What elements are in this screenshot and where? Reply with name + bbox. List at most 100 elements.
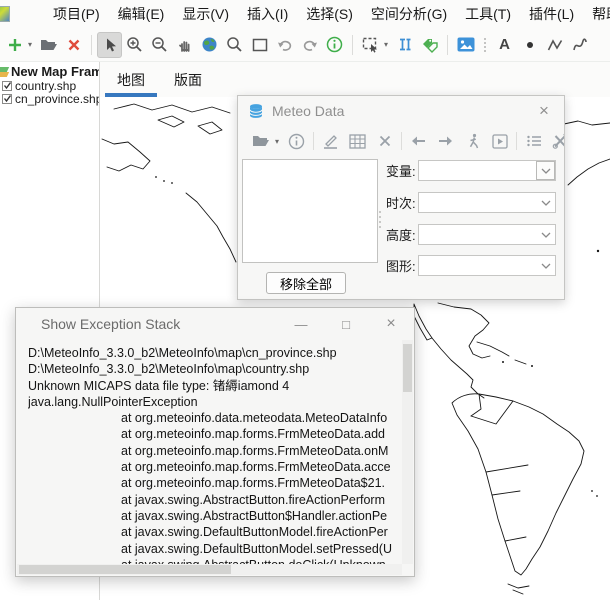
dialog-splitter-handle[interactable] [379, 211, 381, 228]
chevron-down-icon[interactable] [536, 225, 555, 244]
pan-tool-button[interactable] [172, 32, 197, 58]
folder-open-icon [40, 38, 58, 52]
open-file-button[interactable] [36, 32, 61, 58]
app-logo-icon [0, 6, 10, 22]
settings-list-button[interactable] [520, 129, 547, 153]
pencil-icon [322, 133, 339, 149]
graph-combobox[interactable] [418, 255, 556, 276]
horizontal-scrollbar[interactable] [17, 564, 402, 575]
exception-stack-text[interactable]: D:\MeteoInfo_3.3.0_b2\MeteoInfo\map\cn_p… [17, 340, 402, 564]
data-file-listbox[interactable] [242, 159, 378, 263]
menu-plugins[interactable]: 插件(L) [520, 0, 583, 28]
remove-all-button[interactable]: 移除全部 [266, 272, 346, 294]
data-info-button[interactable] [283, 129, 310, 153]
rectangle-icon [252, 38, 268, 52]
check-icon [3, 94, 11, 103]
layer-checkbox[interactable] [2, 81, 12, 91]
label-button[interactable] [417, 32, 442, 58]
prev-time-button[interactable] [405, 129, 432, 153]
cursor-arrow-icon [102, 37, 118, 53]
menu-help[interactable]: 帮助(H) [583, 0, 610, 28]
undo-zoom-button[interactable] [272, 32, 297, 58]
play-button[interactable] [486, 129, 513, 153]
zoom-out-tool-button[interactable] [147, 32, 172, 58]
add-layer-caret-icon[interactable]: ▾ [28, 40, 36, 49]
menu-selection[interactable]: 选择(S) [297, 0, 362, 28]
time-combobox[interactable] [418, 192, 556, 213]
meteo-dialog-toolbar: ▾ [238, 126, 564, 156]
draw-text-button[interactable]: A [492, 32, 517, 58]
full-extent-button[interactable] [197, 32, 222, 58]
tools-button[interactable] [547, 129, 564, 153]
menu-tools[interactable]: 工具(T) [456, 0, 520, 28]
scrollbar-thumb[interactable] [403, 344, 412, 392]
remove-data-button[interactable] [371, 129, 398, 153]
close-button[interactable]: × [380, 315, 402, 333]
level-combobox[interactable] [418, 224, 556, 245]
open-data-button[interactable] [247, 129, 274, 153]
redo-zoom-button[interactable] [297, 32, 322, 58]
draw-curve-button[interactable] [567, 32, 592, 58]
chevron-down-icon[interactable] [536, 161, 555, 180]
draw-point-button[interactable] [517, 32, 542, 58]
time-field-row: 时次: [386, 192, 556, 213]
level-field-row: 高度: [386, 224, 556, 245]
select-feature-caret-icon[interactable]: ▾ [384, 40, 392, 49]
vertical-scrollbar[interactable] [402, 340, 413, 564]
database-icon [248, 103, 264, 119]
graph-field-row: 图形: [386, 255, 556, 276]
menu-project[interactable]: 项目(P) [44, 0, 109, 28]
tab-layout-label: 版面 [174, 70, 202, 90]
stack-line: at javax.swing.DefaultButtonModel.fireAc… [28, 524, 402, 540]
chevron-down-icon[interactable] [536, 256, 555, 275]
map-frame-node[interactable]: New Map Frame [0, 64, 99, 79]
zoom-to-layer-button[interactable] [222, 32, 247, 58]
toolbar-drag-handle[interactable] [484, 38, 486, 52]
maximize-button[interactable]: □ [335, 317, 357, 332]
draw-polyline-button[interactable] [542, 32, 567, 58]
minimize-button[interactable]: — [290, 317, 312, 332]
exception-titlebar[interactable]: Show Exception Stack — □ × [16, 308, 414, 340]
remove-layer-button[interactable] [61, 32, 86, 58]
variable-combobox[interactable] [418, 160, 556, 181]
menu-edit[interactable]: 编辑(E) [109, 0, 174, 28]
chevron-down-icon[interactable] [536, 193, 555, 212]
tab-map[interactable]: 地图 [105, 63, 157, 97]
dialog-close-button[interactable]: × [534, 101, 554, 121]
draw-data-button[interactable] [317, 129, 344, 153]
layer-checkbox[interactable] [2, 94, 12, 104]
identify-button[interactable] [322, 32, 347, 58]
layer-item-cn-province[interactable]: cn_province.shp [2, 92, 99, 105]
scrollbar-thumb[interactable] [19, 565, 231, 574]
insert-image-button[interactable] [453, 32, 478, 58]
stack-line: at javax.swing.AbstractButton$Handler.ac… [28, 508, 402, 524]
data-table-button[interactable] [344, 129, 371, 153]
toolbar-separator [447, 35, 448, 55]
play-box-icon [492, 134, 508, 149]
add-layer-button[interactable] [2, 32, 27, 58]
exception-title: Show Exception Stack [41, 316, 267, 332]
select-feature-button[interactable] [358, 32, 383, 58]
arrow-left-icon [410, 135, 427, 147]
menu-geoprocessing[interactable]: 空间分析(G) [362, 0, 456, 28]
layer-item-country[interactable]: country.shp [2, 79, 99, 92]
menu-insert[interactable]: 插入(I) [238, 0, 297, 28]
stack-line: at org.meteoinfo.map.forms.FrmMeteoData$… [28, 475, 402, 491]
meteo-dialog-titlebar[interactable]: Meteo Data × [238, 96, 564, 126]
tags-icon [421, 37, 439, 53]
toolbar-separator [313, 132, 314, 150]
menu-view[interactable]: 显示(V) [173, 0, 238, 28]
tab-layout[interactable]: 版面 [162, 63, 214, 97]
zoom-window-button[interactable] [247, 32, 272, 58]
animation-button[interactable] [459, 129, 486, 153]
measure-button[interactable] [392, 32, 417, 58]
select-rectangle-icon [362, 37, 379, 53]
open-data-caret-icon[interactable]: ▾ [275, 137, 283, 146]
zoom-in-icon [126, 36, 143, 53]
main-toolbar: ▾ ▾ [0, 28, 610, 62]
next-time-button[interactable] [432, 129, 459, 153]
curve-icon [572, 38, 588, 52]
select-tool-button[interactable] [97, 32, 122, 58]
zoom-in-tool-button[interactable] [122, 32, 147, 58]
exception-window: Show Exception Stack — □ × D:\MeteoInfo_… [15, 307, 415, 577]
